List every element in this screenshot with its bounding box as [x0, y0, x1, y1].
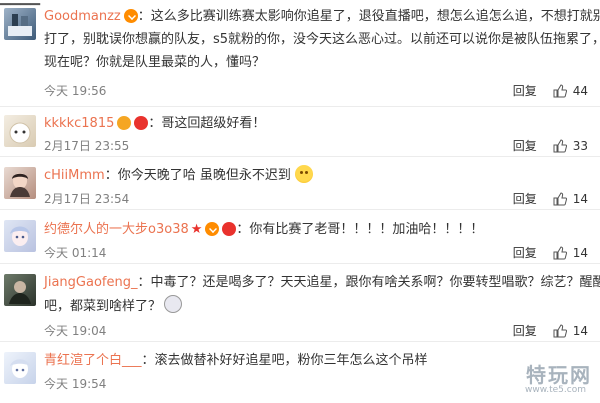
like-button[interactable]: 33 — [553, 139, 588, 153]
comment-text: Goodmanzz ：这么多比赛训练赛太影响你追星了，退役直播吧，想怎么追怎么追，… — [44, 9, 600, 24]
comment-time: 今天 19:54 — [44, 377, 107, 391]
watermark-logo-text: 特玩网 — [526, 363, 592, 387]
thumbs-up-icon — [553, 323, 567, 337]
username-link[interactable]: JiangGaofeng_ — [44, 275, 137, 290]
avatar[interactable] — [4, 220, 36, 252]
thumbs-up-icon — [553, 191, 567, 205]
thumbs-up-icon — [553, 83, 567, 97]
thumbs-up-icon — [553, 245, 567, 259]
comment-text: cHiiMmm：你今天晚了哈 虽晚但永不迟到 — [44, 165, 590, 187]
level-badge-icon — [117, 116, 132, 130]
laughing-emoji-icon — [294, 165, 313, 183]
reply-button[interactable]: 回复 — [513, 322, 537, 339]
username-link[interactable]: 约德尔人的一大步o3o — [44, 222, 172, 237]
like-count: 14 — [572, 323, 588, 338]
like-button[interactable]: 14 — [553, 324, 588, 338]
username-link[interactable]: kkkkc18 — [44, 116, 98, 131]
comment-time: 今天 19:04 — [44, 324, 107, 338]
reply-button[interactable]: 回复 — [513, 244, 537, 261]
user-level: 38 — [172, 222, 189, 237]
avatar[interactable] — [4, 274, 36, 306]
comment-actions: 回复 44 — [513, 82, 588, 99]
comment-item: Goodmanzz ：这么多比赛训练赛太影响你追星了，退役直播吧，想怎么追怎么追，… — [0, 6, 600, 107]
comment-actions: 回复 14 — [513, 244, 588, 261]
comment-item: 约德尔人的一大步o3o38 ★ ：你有比赛了老哥！！！！加油哈！！！！ 今天 01:… — [0, 210, 600, 264]
doge-emoji-icon — [164, 295, 183, 313]
like-button[interactable]: 14 — [553, 192, 588, 206]
like-button[interactable]: 44 — [553, 84, 588, 98]
avatar[interactable] — [4, 352, 36, 384]
avatar-image — [9, 281, 31, 304]
comment-actions: 回复 14 — [513, 322, 588, 339]
comment-item: cHiiMmm：你今天晚了哈 虽晚但永不迟到 2月17日 23:54 回复 14 — [0, 157, 600, 210]
star-icon: ★ — [190, 222, 203, 237]
comment-time: 2月17日 23:54 — [44, 192, 130, 206]
comment-text: kkkkc1815 ：哥这回超级好看！ — [44, 116, 266, 131]
watermark-url: www.te5.com — [525, 385, 586, 395]
verified-icon — [123, 9, 138, 23]
user-level: 15 — [97, 116, 115, 131]
username-link[interactable]: cHiiMmm — [44, 168, 105, 183]
like-count: 14 — [572, 245, 588, 260]
comment-text: 吧，都菜到啥样了？ — [44, 295, 590, 318]
comment-text: JiangGaofeng_：中毒了？还是喝多了？天天追星，跟你有啥关系啊？你要转… — [44, 275, 600, 290]
avatar[interactable] — [4, 115, 36, 147]
comment-text: 约德尔人的一大步o3o38 ★ ：你有比赛了老哥！！！！加油哈！！！！ — [44, 222, 484, 237]
comment-time: 今天 01:14 — [44, 246, 107, 260]
comment-list: Goodmanzz ：这么多比赛训练赛太影响你追星了，退役直播吧，想怎么追怎么追，… — [0, 6, 600, 403]
reply-button[interactable]: 回复 — [513, 190, 537, 207]
like-count: 33 — [572, 138, 588, 153]
avatar-image — [10, 173, 30, 197]
comment-item: kkkkc1815 ：哥这回超级好看！ 2月17日 23:55 回复 33 — [0, 107, 600, 157]
comment-time: 今天 19:56 — [44, 84, 107, 98]
avatar[interactable] — [4, 167, 36, 199]
like-button[interactable]: 14 — [553, 246, 588, 260]
like-count: 44 — [572, 83, 588, 98]
like-count: 14 — [572, 191, 588, 206]
reply-button[interactable]: 回复 — [513, 82, 537, 99]
thumbs-up-icon — [553, 138, 567, 152]
comment-item: JiangGaofeng_：中毒了？还是喝多了？天天追星，跟你有啥关系啊？你要转… — [0, 264, 600, 342]
site-watermark: 特玩网 www.te5.com — [502, 359, 592, 399]
avatar[interactable] — [4, 8, 36, 40]
fan-badge-icon — [134, 116, 149, 130]
avatar-image — [9, 122, 31, 144]
avatar-image — [8, 14, 32, 36]
comment-actions: 回复 14 — [513, 190, 588, 207]
comment-actions: 回复 33 — [513, 137, 588, 154]
comment-text-line: 打了，别耽误你想赢的队友，s5就粉的你，没今天这么恶心过。以前还可以说你是被队伍… — [44, 32, 600, 47]
reply-button[interactable]: 回复 — [513, 137, 537, 154]
username-link[interactable]: 青红渲了个白___ — [44, 353, 142, 368]
fan-badge-icon — [222, 222, 237, 236]
username-link[interactable]: Goodmanzz — [44, 9, 121, 24]
comment-time: 2月17日 23:55 — [44, 139, 130, 153]
verified-icon — [205, 222, 220, 236]
comment-text-line: 现在呢？你就是队里最菜的人，懂吗？ — [44, 55, 266, 70]
avatar-image — [10, 226, 30, 246]
avatar-image — [10, 359, 30, 378]
